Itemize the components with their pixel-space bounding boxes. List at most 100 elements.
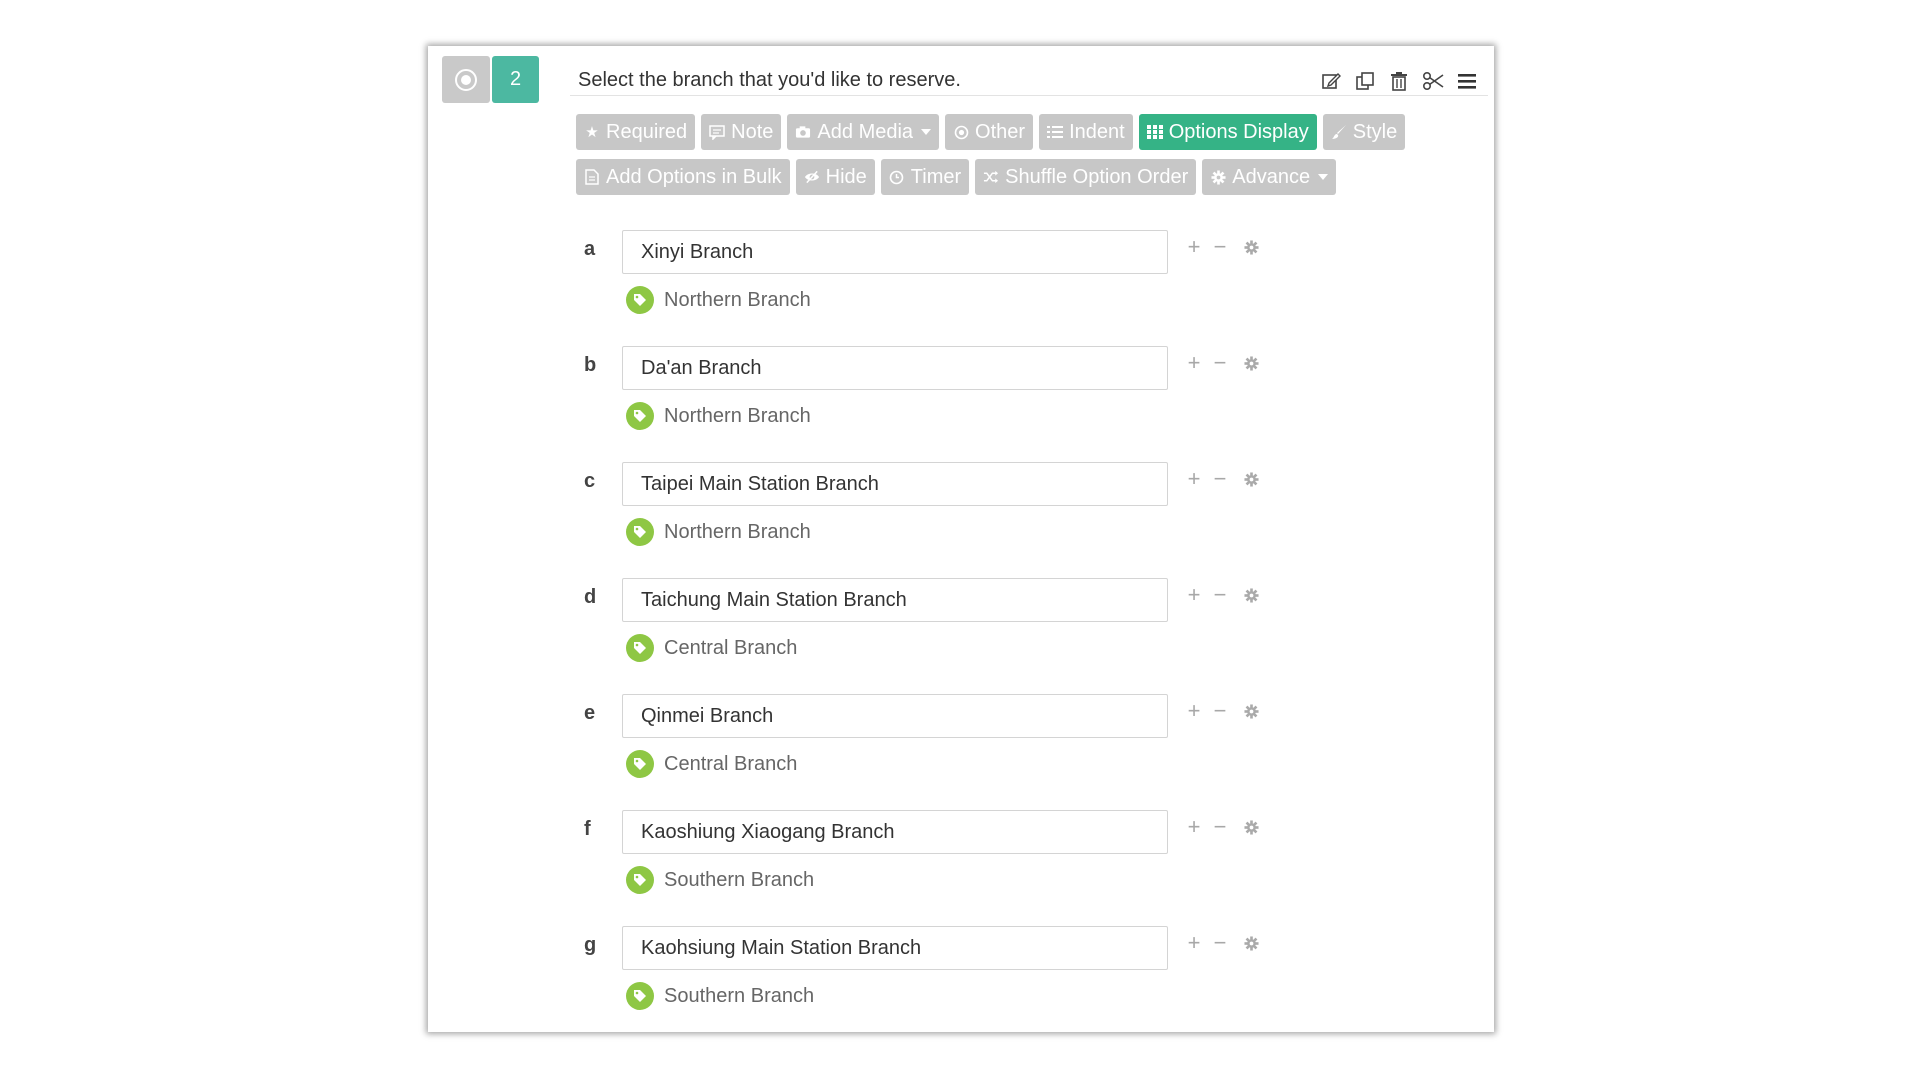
radio-icon <box>953 124 969 140</box>
brush-icon <box>1331 124 1347 140</box>
gear-icon[interactable] <box>1242 934 1260 952</box>
indent-label: Indent <box>1069 120 1125 143</box>
option-text-input[interactable]: Xinyi Branch <box>622 230 1168 274</box>
tag-icon <box>626 634 654 662</box>
plus-icon[interactable]: + <box>1186 584 1202 606</box>
trash-icon[interactable] <box>1388 70 1410 92</box>
minus-icon[interactable]: − <box>1212 352 1228 374</box>
gear-icon[interactable] <box>1242 238 1260 256</box>
tag-icon <box>626 286 654 314</box>
star-icon: ★ <box>585 124 599 141</box>
option-letter: b <box>584 354 597 376</box>
menu-icon[interactable] <box>1456 70 1478 92</box>
option-tag[interactable]: Northern Branch <box>626 286 811 314</box>
option-tag[interactable]: Southern Branch <box>626 866 814 894</box>
option-text-input[interactable]: Qinmei Branch <box>622 694 1168 738</box>
note-label: Note <box>731 120 774 143</box>
minus-icon[interactable]: − <box>1212 700 1228 722</box>
gear-icon <box>1210 169 1226 185</box>
advance-button[interactable]: Advance <box>1202 159 1337 195</box>
option-tag-label: Northern Branch <box>664 404 811 427</box>
required-label: Required <box>606 120 688 143</box>
indent-button[interactable]: Indent <box>1039 114 1133 150</box>
gear-icon[interactable] <box>1242 470 1260 488</box>
plus-icon[interactable]: + <box>1186 236 1202 258</box>
scissors-icon[interactable] <box>1422 70 1444 92</box>
option-letter: a <box>584 238 596 260</box>
option-tag[interactable]: Central Branch <box>626 634 797 662</box>
question-number: 2 <box>492 56 539 103</box>
minus-icon[interactable]: − <box>1212 816 1228 838</box>
radio-icon <box>455 68 477 91</box>
option-text-input[interactable]: Kaohsiung Main Station Branch <box>622 926 1168 970</box>
minus-icon[interactable]: − <box>1212 932 1228 954</box>
add-media-button[interactable]: Add Media <box>787 114 940 150</box>
edit-icon[interactable] <box>1320 70 1342 92</box>
option-text-input[interactable]: Da'an Branch <box>622 346 1168 390</box>
option-tag[interactable]: Northern Branch <box>626 518 811 546</box>
minus-icon[interactable]: − <box>1212 468 1228 490</box>
hide-label: Hide <box>825 165 867 188</box>
option-actions: + − <box>1186 932 1260 954</box>
chevron-down-icon <box>921 129 932 135</box>
plus-icon[interactable]: + <box>1186 932 1202 954</box>
option-actions: + − <box>1186 236 1260 258</box>
note-icon <box>709 124 725 140</box>
option-tag[interactable]: Central Branch <box>626 750 797 778</box>
add-options-in-bulk-button[interactable]: Add Options in Bulk <box>576 159 790 195</box>
grid-icon <box>1146 124 1163 140</box>
question-type-radio-badge[interactable] <box>442 56 490 103</box>
option-actions: + − <box>1186 352 1260 374</box>
shuffle-option-order-label: Shuffle Option Order <box>1005 165 1189 188</box>
toolbar-row-2: Add Options in Bulk Hide Timer Shuffle O… <box>576 159 1337 195</box>
option-letter: d <box>584 586 597 608</box>
options-display-label: Options Display <box>1168 120 1309 143</box>
minus-icon[interactable]: − <box>1212 584 1228 606</box>
plus-icon[interactable]: + <box>1186 468 1202 490</box>
option-text-input[interactable]: Taichung Main Station Branch <box>622 578 1168 622</box>
option-tag[interactable]: Northern Branch <box>626 402 811 430</box>
document-icon <box>584 169 600 185</box>
option-item: g Kaohsiung Main Station Branch + − Sout… <box>578 926 1298 1036</box>
plus-icon[interactable]: + <box>1186 700 1202 722</box>
option-tag-label: Northern Branch <box>664 288 811 311</box>
option-text-input[interactable]: Taipei Main Station Branch <box>622 462 1168 506</box>
tag-icon <box>626 982 654 1010</box>
option-item: b Da'an Branch + − Northern Branch <box>578 346 1298 456</box>
option-tag[interactable]: Southern Branch <box>626 982 814 1010</box>
other-button[interactable]: Other <box>945 114 1034 150</box>
advance-label: Advance <box>1232 165 1311 188</box>
note-button[interactable]: Note <box>701 114 782 150</box>
tag-icon <box>626 518 654 546</box>
copy-icon[interactable] <box>1354 70 1376 92</box>
options-display-button[interactable]: Options Display <box>1138 114 1317 150</box>
option-actions: + − <box>1186 816 1260 838</box>
shuffle-icon <box>983 169 999 185</box>
eye-slash-icon <box>804 169 820 185</box>
timer-button[interactable]: Timer <box>880 159 970 195</box>
plus-icon[interactable]: + <box>1186 816 1202 838</box>
gear-icon[interactable] <box>1242 354 1260 372</box>
option-letter: f <box>584 818 591 840</box>
option-actions: + − <box>1186 584 1260 606</box>
gear-icon[interactable] <box>1242 818 1260 836</box>
gear-icon[interactable] <box>1242 702 1260 720</box>
option-letter: e <box>584 702 596 724</box>
add-options-in-bulk-label: Add Options in Bulk <box>606 165 782 188</box>
style-button[interactable]: Style <box>1322 114 1406 150</box>
option-tag-label: Central Branch <box>664 752 798 775</box>
add-media-label: Add Media <box>817 120 914 143</box>
hide-button[interactable]: Hide <box>795 159 875 195</box>
tag-icon <box>626 750 654 778</box>
option-item: d Taichung Main Station Branch + − Centr… <box>578 578 1298 688</box>
option-actions: + − <box>1186 468 1260 490</box>
option-text-input[interactable]: Kaoshiung Xiaogang Branch <box>622 810 1168 854</box>
shuffle-option-order-button[interactable]: Shuffle Option Order <box>975 159 1197 195</box>
tag-icon <box>626 402 654 430</box>
gear-icon[interactable] <box>1242 586 1260 604</box>
clock-icon <box>889 169 905 185</box>
required-button[interactable]: ★ Required <box>576 114 696 150</box>
minus-icon[interactable]: − <box>1212 236 1228 258</box>
plus-icon[interactable]: + <box>1186 352 1202 374</box>
option-actions: + − <box>1186 700 1260 722</box>
